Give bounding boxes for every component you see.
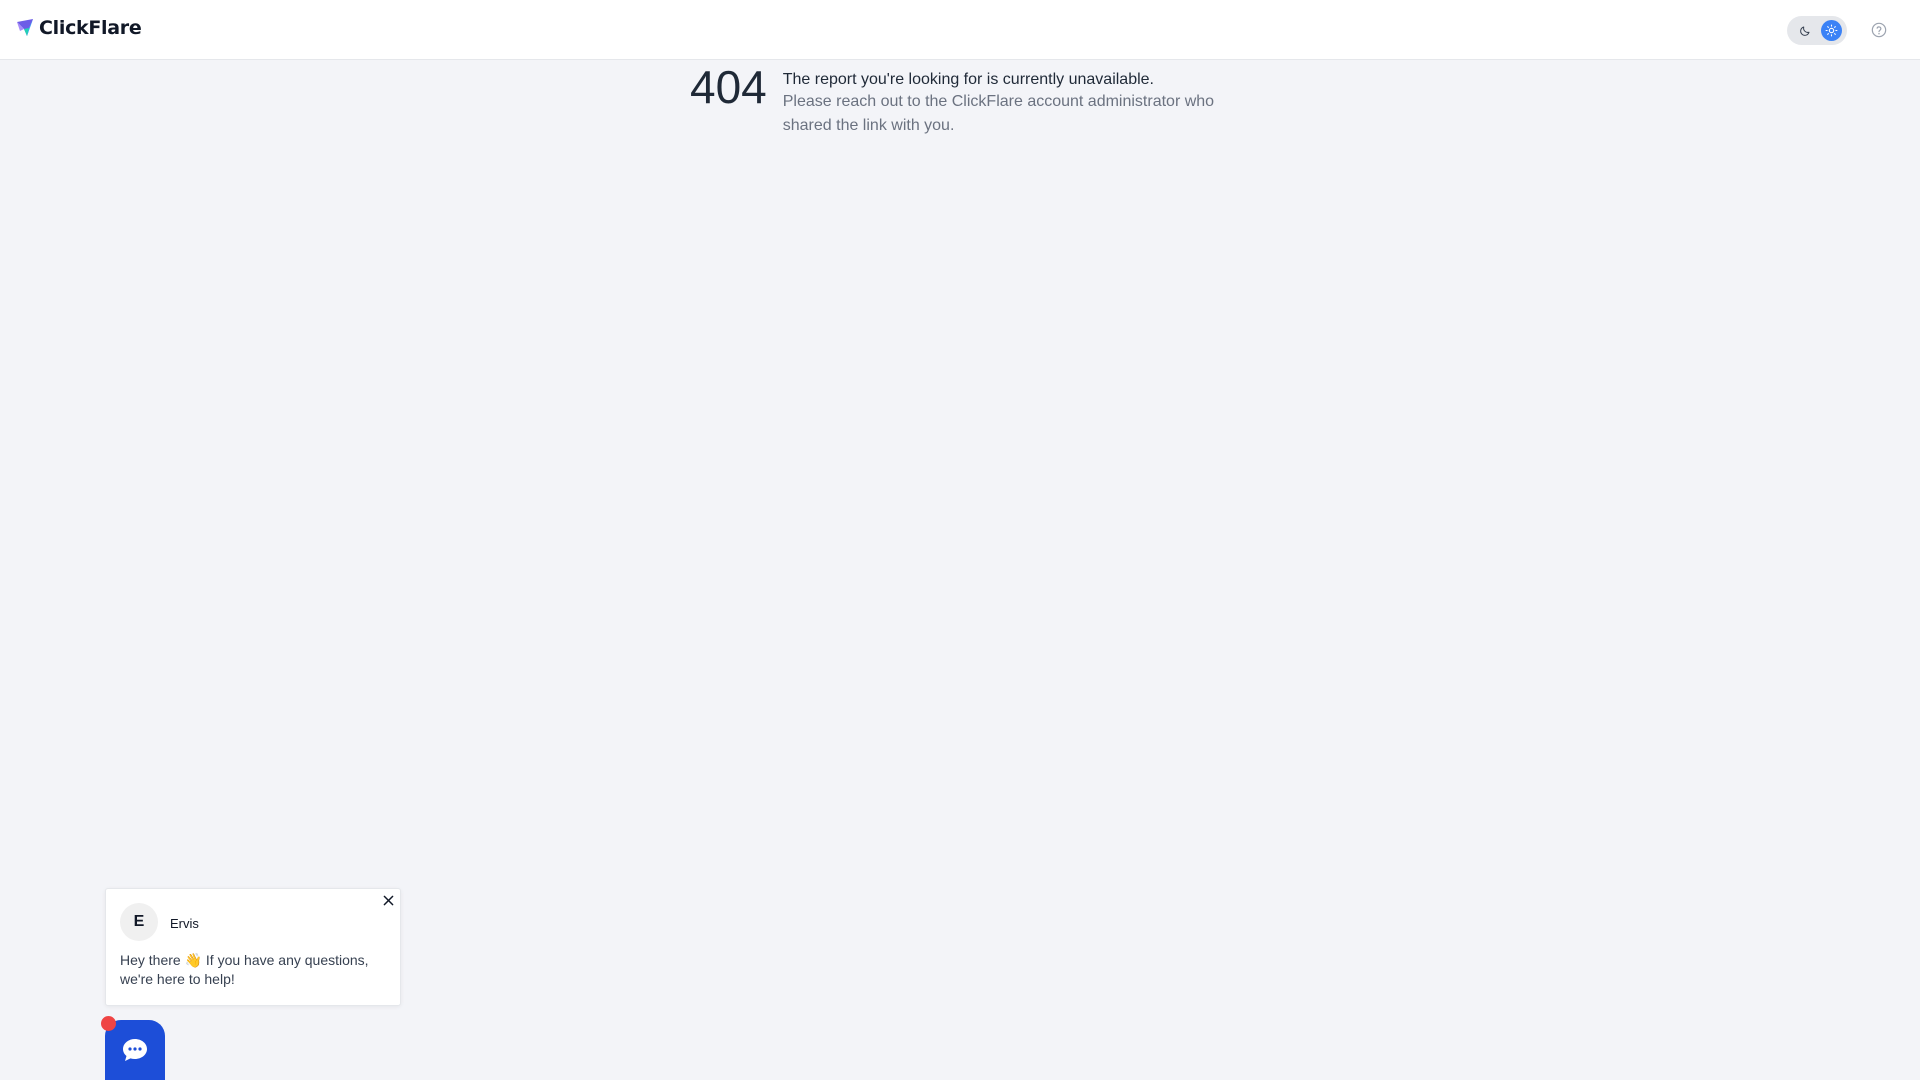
agent-avatar: E bbox=[120, 903, 158, 941]
brand-name: ClickFlare bbox=[39, 17, 142, 39]
chat-popup[interactable]: E Ervis Hey there 👋 If you have any ques… bbox=[105, 888, 401, 1006]
chat-close-button[interactable] bbox=[380, 892, 396, 908]
agent-name: Ervis bbox=[170, 916, 199, 931]
close-icon bbox=[383, 895, 393, 905]
clickflare-logo[interactable]: ClickFlare bbox=[15, 17, 142, 39]
chat-message: Hey there 👋 If you have any questions, w… bbox=[120, 952, 369, 987]
error-block: 404 The report you're looking for is cur… bbox=[690, 63, 1253, 138]
dark-mode-button[interactable] bbox=[1794, 20, 1815, 41]
error-description: Please reach out to the ClickFlare accou… bbox=[782, 93, 1215, 134]
chat-bubble-icon bbox=[123, 1039, 147, 1061]
notification-badge bbox=[101, 1016, 116, 1031]
sun-icon bbox=[1825, 24, 1838, 37]
question-circle-icon bbox=[1871, 22, 1886, 37]
moon-icon bbox=[1799, 26, 1809, 36]
theme-toggle[interactable] bbox=[1787, 16, 1847, 45]
error-title: The report you're looking for is current… bbox=[782, 71, 1154, 88]
top-bar: ClickFlare bbox=[0, 0, 1920, 60]
light-mode-button[interactable] bbox=[1821, 20, 1842, 41]
error-text: The report you're looking for is current… bbox=[783, 63, 1253, 138]
paper-plane-flag-logo-icon bbox=[17, 19, 33, 36]
chat-launcher-button[interactable] bbox=[105, 1020, 165, 1080]
help-button[interactable] bbox=[1870, 21, 1887, 38]
error-code: 404 bbox=[690, 61, 767, 113]
